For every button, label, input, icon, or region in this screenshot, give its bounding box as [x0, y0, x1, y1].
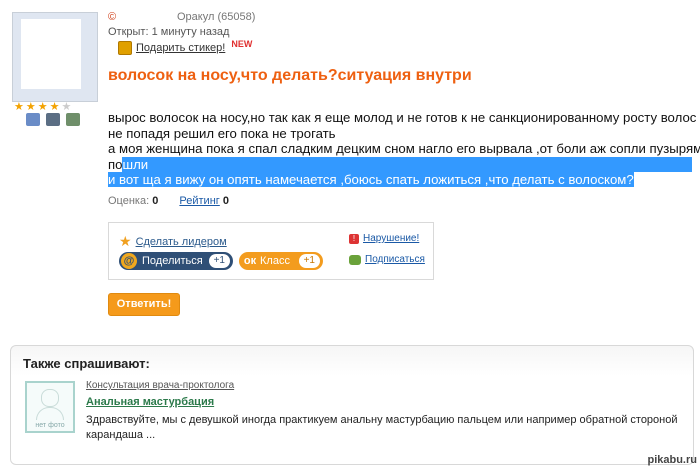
avatar[interactable]: [12, 12, 98, 102]
star-icon: ★: [14, 101, 24, 113]
opened-time: Открыт: 1 минуту назад: [108, 26, 230, 38]
rank-value: 0: [222, 195, 229, 207]
rating-label: Оценка:: [108, 195, 150, 207]
share-count: +1: [208, 254, 230, 268]
avatar-placeholder-icon: [41, 389, 59, 407]
also-asked-title: Также спрашивают:: [23, 356, 150, 371]
also-category-link[interactable]: Консультация врача-проктолога: [86, 380, 234, 391]
at-icon: @: [121, 253, 137, 269]
rating-stars: ★ ★ ★ ★ ★: [14, 101, 71, 113]
share-box: ★ Сделать лидером ! Нарушение! Подписать…: [108, 222, 434, 280]
also-asked-panel: Также спрашивают: нет фото Консультация …: [10, 345, 694, 465]
make-leader-link[interactable]: Сделать лидером: [136, 236, 227, 248]
rating-row: Оценка: 0 Рейтинг 0: [108, 195, 229, 207]
sticker-row: Подарить стикер! NEW: [118, 39, 253, 55]
star-icon: ★: [119, 233, 132, 249]
answer-button[interactable]: Ответить!: [108, 293, 180, 316]
selected-text: шли: [122, 156, 693, 172]
rank-link[interactable]: Рейтинг: [179, 195, 219, 207]
ok-icon: ок: [243, 255, 257, 267]
star-icon: ★: [25, 101, 36, 113]
avatar-image: [21, 19, 81, 89]
ok-class-button[interactable]: ок Класс +1: [239, 252, 323, 270]
selected-text: и вот ща я вижу он опять намечается ,бою…: [108, 172, 634, 187]
body-line: а моя женщина пока я спал сладким децким…: [108, 141, 700, 156]
ok-count: +1: [298, 254, 320, 268]
rating-value: 0: [152, 195, 159, 207]
make-leader[interactable]: ★ Сделать лидером: [119, 233, 227, 250]
body-text: по: [108, 156, 123, 172]
video-icon[interactable]: [66, 113, 80, 126]
author-status[interactable]: Оракул (65058): [177, 11, 255, 23]
new-badge: NEW: [231, 39, 253, 49]
ok-label: Класс: [260, 255, 290, 267]
camera-icon[interactable]: [46, 113, 60, 126]
brand-mark: ©: [108, 11, 117, 23]
body-line-selected: пошли: [108, 156, 696, 172]
violation-link[interactable]: Нарушение!: [363, 233, 419, 244]
body-line: не попадя решил его пока не трогать: [108, 125, 336, 141]
share-button[interactable]: @ Поделиться +1: [119, 252, 233, 270]
subscribe-icon: [349, 254, 361, 265]
watermark: pikabu.ru: [647, 454, 697, 466]
star-icon: ★: [37, 101, 48, 113]
share-label: Поделиться: [142, 255, 203, 267]
violation[interactable]: ! Нарушение!: [349, 233, 419, 244]
also-question-link[interactable]: Анальная мастурбация: [86, 396, 214, 408]
subscribe[interactable]: Подписаться: [349, 254, 425, 265]
body-line: вырос волосок на носу,но так как я еще м…: [108, 110, 700, 125]
question-body: вырос волосок на носу,но так как я еще м…: [108, 110, 700, 188]
gift-sticker-link[interactable]: Подарить стикер!: [136, 42, 225, 54]
question-title: волосок на носу,что делать?ситуация внут…: [108, 67, 472, 84]
avatar-actions: [26, 113, 80, 126]
star-icon: ★: [61, 101, 72, 113]
subscribe-link[interactable]: Подписаться: [365, 254, 425, 265]
no-photo-label: нет фото: [35, 422, 65, 429]
avatar-placeholder-shoulders: [36, 407, 64, 420]
no-photo-avatar[interactable]: нет фото: [25, 381, 75, 433]
warning-icon: !: [349, 233, 359, 244]
gift-icon: [118, 41, 132, 55]
also-snippet: Здравствуйте, мы с девушкой иногда практ…: [86, 414, 678, 441]
user-icon[interactable]: [26, 113, 40, 126]
body-line-selected: и вот ща я вижу он опять намечается ,бою…: [108, 172, 696, 188]
star-icon: ★: [49, 101, 60, 113]
